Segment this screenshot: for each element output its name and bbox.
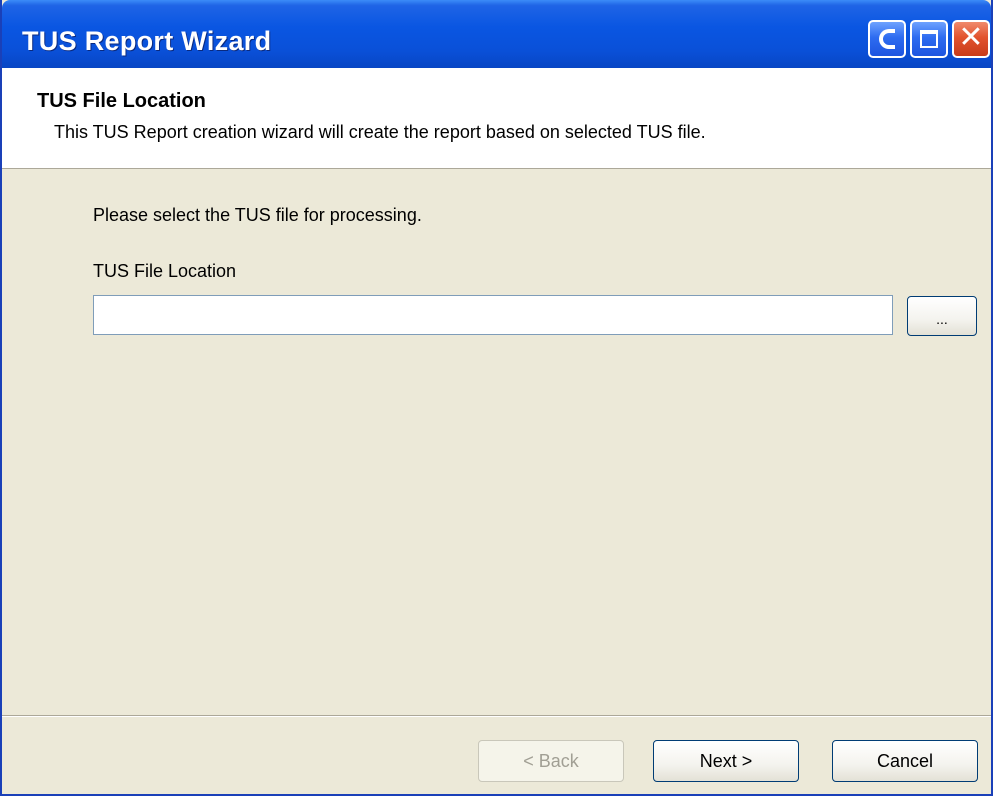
file-location-label: TUS File Location [93, 261, 237, 281]
wizard-header: TUS File Location This TUS Report creati… [2, 68, 991, 169]
title-bar[interactable]: TUS Report Wizard ✕ [2, 0, 991, 68]
maximize-icon [920, 30, 938, 48]
help-button[interactable] [868, 20, 906, 58]
help-icon [879, 29, 895, 49]
wizard-window: TUS Report Wizard ✕ TUS File Location Th… [0, 0, 993, 796]
window-title: TUS Report Wizard [22, 26, 272, 56]
close-icon: ✕ [958, 20, 984, 55]
maximize-button[interactable] [910, 20, 948, 58]
page-description: This TUS Report creation wizard will cre… [54, 122, 706, 142]
next-button[interactable]: Next > [653, 740, 799, 782]
footer-divider [2, 715, 991, 717]
cancel-button[interactable]: Cancel [832, 740, 978, 782]
file-location-input[interactable] [93, 295, 893, 335]
instruction-text: Please select the TUS file for processin… [93, 205, 422, 225]
back-button[interactable]: < Back [478, 740, 624, 782]
page-title: TUS File Location [37, 90, 206, 112]
close-button[interactable]: ✕ [952, 20, 990, 58]
browse-button[interactable]: ... [907, 296, 977, 336]
